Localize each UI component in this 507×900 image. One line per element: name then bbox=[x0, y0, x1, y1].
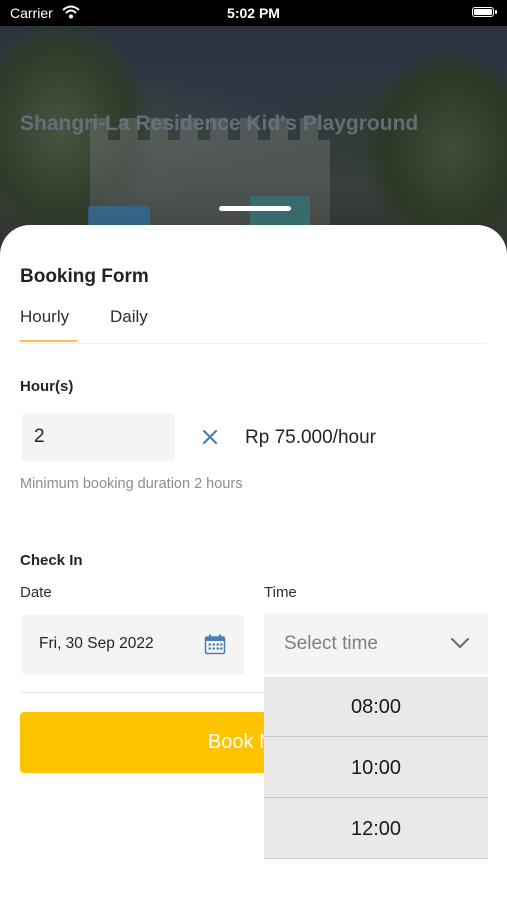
chevron-down-icon bbox=[450, 635, 470, 651]
minimum-duration-hint: Minimum booking duration 2 hours bbox=[20, 476, 243, 492]
sheet-drag-handle[interactable] bbox=[219, 206, 291, 211]
hours-label: Hour(s) bbox=[20, 378, 74, 395]
date-value: Fri, 30 Sep 2022 bbox=[39, 635, 154, 652]
time-dropdown: 08:00 10:00 12:00 bbox=[264, 677, 488, 859]
tab-active-indicator bbox=[20, 340, 77, 342]
time-label: Time bbox=[264, 584, 297, 601]
date-field[interactable]: Fri, 30 Sep 2022 bbox=[21, 615, 244, 674]
hero-tree-right bbox=[367, 50, 507, 250]
hero-structure bbox=[250, 196, 310, 226]
time-placeholder: Select time bbox=[284, 633, 378, 654]
hero-slide bbox=[88, 206, 150, 226]
time-option[interactable]: 10:00 bbox=[264, 738, 488, 798]
booking-form-title: Booking Form bbox=[20, 266, 149, 287]
tabs-divider bbox=[20, 343, 487, 344]
times-icon bbox=[198, 425, 222, 449]
hours-input[interactable] bbox=[22, 413, 175, 461]
status-bar: Carrier 5:02 PM bbox=[0, 0, 507, 26]
battery-icon bbox=[472, 7, 497, 17]
checkin-label: Check In bbox=[20, 552, 83, 569]
tab-daily[interactable]: Daily bbox=[110, 307, 148, 327]
hero-image: Shangri-La Residence Kid's Playground bbox=[0, 0, 507, 260]
time-select[interactable]: Select time bbox=[264, 613, 488, 674]
status-time: 5:02 PM bbox=[227, 5, 280, 21]
time-option[interactable]: 12:00 bbox=[264, 799, 488, 859]
price-per-hour: Rp 75.000/hour bbox=[245, 427, 376, 448]
hero-title: Shangri-La Residence Kid's Playground bbox=[20, 112, 419, 135]
tab-hourly[interactable]: Hourly bbox=[20, 307, 69, 327]
calendar-icon[interactable] bbox=[204, 634, 226, 655]
time-option[interactable]: 08:00 bbox=[264, 677, 488, 737]
date-label: Date bbox=[20, 584, 52, 601]
